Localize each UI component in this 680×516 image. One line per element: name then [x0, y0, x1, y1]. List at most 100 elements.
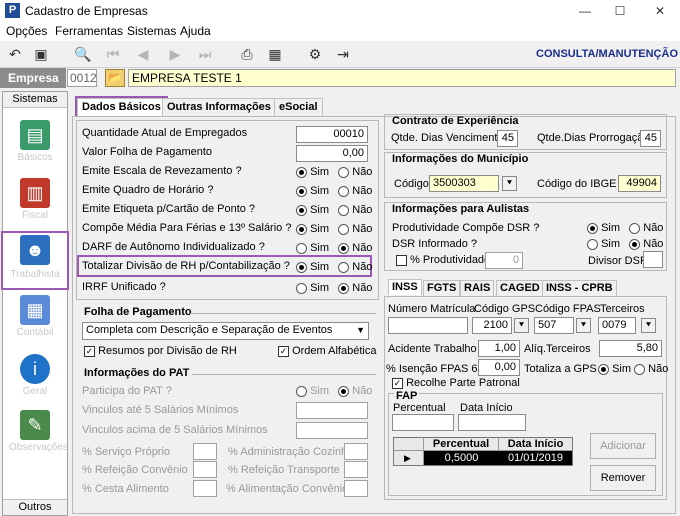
folha-select[interactable]: Completa com Descrição e Separação de Ev…	[82, 322, 369, 340]
pct-refeicao-transp-field[interactable]	[344, 461, 368, 478]
radio-nao[interactable]	[634, 363, 646, 375]
adicionar-button[interactable]: Adicionar	[590, 433, 656, 459]
radio-sim[interactable]	[296, 261, 307, 273]
gps-lookup-icon[interactable]: ⯆	[514, 318, 529, 333]
qtd-empregados-field[interactable]: 00010	[296, 126, 368, 143]
preview-icon[interactable]: 🔍	[72, 44, 94, 64]
pct-alim-conv-field[interactable]	[344, 480, 368, 497]
tab-inss[interactable]: INSS	[388, 279, 422, 295]
radio-nao[interactable]	[338, 261, 350, 273]
radio-sim[interactable]	[296, 242, 307, 254]
sidebar-item-basicos[interactable]: ▤ Básicos	[9, 120, 61, 172]
minimize-button[interactable]: —	[565, 2, 605, 20]
radio-nao[interactable]	[338, 166, 350, 178]
radio-nao[interactable]	[629, 222, 641, 234]
tab-inss-cprb[interactable]: INSS - CPRB	[542, 280, 617, 296]
pct-refeicao-conv-field[interactable]	[193, 461, 217, 478]
num-matricula-field[interactable]	[388, 317, 468, 334]
sidebar-header[interactable]: Sistemas	[3, 92, 67, 108]
terceiros-field[interactable]: 0079	[598, 317, 636, 334]
menu-ferramentas[interactable]: Ferramentas	[55, 24, 123, 38]
checkbox-checked[interactable]: ✓	[84, 345, 95, 357]
aliq-terceiros-field[interactable]: 5,80	[599, 340, 662, 357]
recolhe-checkbox[interactable]: ✓ Recolhe Parte Patronal	[392, 377, 520, 389]
tab-rais[interactable]: RAIS	[460, 280, 495, 296]
config-icon[interactable]: ⚙	[304, 44, 326, 64]
valor-folha-field[interactable]: 0,00	[296, 145, 368, 162]
ibge-field[interactable]: 49904	[618, 175, 661, 192]
irrf-radio[interactable]: Sim Não	[296, 282, 372, 294]
escala-radio[interactable]: Sim Não	[296, 166, 372, 178]
menu-ajuda[interactable]: Ajuda	[180, 24, 211, 38]
fpas-lookup-icon[interactable]: ⯆	[576, 318, 591, 333]
vinc-acima-field[interactable]	[296, 422, 368, 439]
checkbox[interactable]	[396, 254, 407, 266]
radio-nao[interactable]	[338, 242, 350, 254]
empresa-code-field[interactable]: 0012	[67, 69, 97, 87]
maximize-button[interactable]: ☐	[600, 2, 640, 20]
fap-col-percentual[interactable]: Percentual	[424, 438, 499, 451]
checkbox-checked[interactable]: ✓	[392, 377, 403, 389]
tab-outras-informacoes[interactable]: Outras Informações	[162, 98, 276, 116]
menu-sistemas[interactable]: Sistemas	[127, 24, 176, 38]
print-icon[interactable]: ⎙	[236, 44, 258, 64]
compoe-media-radio[interactable]: Sim Não	[296, 223, 372, 235]
radio-sim[interactable]	[296, 282, 307, 294]
open-folder-icon[interactable]: 📂	[105, 69, 125, 87]
totaliza-radio[interactable]: Sim Não	[598, 363, 668, 375]
radio-nao[interactable]	[629, 238, 641, 250]
radio-sim[interactable]	[296, 204, 307, 216]
sidebar-item-trabalhista[interactable]: ☻ Trabalhista	[1, 231, 69, 290]
sidebar-item-geral[interactable]: i Geral	[9, 354, 61, 406]
radio-sim[interactable]	[587, 222, 598, 234]
pct-adm-cozinha-field[interactable]	[344, 443, 368, 460]
darf-radio[interactable]: Sim Não	[296, 242, 372, 254]
checkbox-checked[interactable]: ✓	[278, 345, 289, 357]
radio-nao[interactable]	[338, 223, 350, 235]
radio-sim[interactable]	[296, 185, 307, 197]
tab-dados-basicos[interactable]: Dados Básicos	[75, 96, 168, 118]
radio-nao[interactable]	[338, 204, 350, 216]
undo-icon[interactable]: ↶	[4, 44, 26, 64]
vinc-ate-field[interactable]	[296, 402, 368, 419]
codigo-gps-field[interactable]: 2100	[472, 317, 512, 334]
table-row[interactable]: 0,5000 01/01/2019	[424, 451, 572, 465]
tab-esocial[interactable]: eSocial	[274, 98, 323, 116]
exit-icon[interactable]: ⇥	[332, 44, 354, 64]
codigo-field[interactable]: 3500303	[429, 175, 499, 192]
totalizar-radio[interactable]: Sim Não	[296, 261, 372, 273]
codigo-fpas-field[interactable]: 507	[534, 317, 574, 334]
fap-data-inicio-field[interactable]	[458, 414, 526, 431]
etiqueta-radio[interactable]: Sim Não	[296, 204, 372, 216]
radio-nao[interactable]	[338, 185, 350, 197]
sidebar-item-observacoes[interactable]: ✎ Observações	[9, 410, 68, 462]
radio-sim[interactable]	[598, 363, 609, 375]
fap-col-data-inicio[interactable]: Data Início	[499, 438, 572, 451]
pct-prod-checkbox[interactable]: % Produtividade	[396, 254, 490, 266]
tab-fgts[interactable]: FGTS	[423, 280, 461, 296]
last-record-icon[interactable]: ⏭	[194, 44, 216, 64]
divisor-field[interactable]	[643, 251, 663, 268]
sidebar-item-contabil[interactable]: ▦ Contábil	[9, 295, 61, 347]
radio-nao[interactable]	[338, 282, 350, 294]
quadro-radio[interactable]: Sim Não	[296, 185, 372, 197]
radio-sim[interactable]	[296, 166, 307, 178]
acidente-field[interactable]: 1,00	[478, 340, 520, 357]
sidebar-item-fiscal[interactable]: ▥ Fiscal	[9, 178, 61, 230]
remover-button[interactable]: Remover	[590, 465, 656, 491]
empresa-name-field[interactable]: EMPRESA TESTE 1	[128, 69, 676, 87]
prod-dsr-radio[interactable]: Sim Não	[587, 222, 663, 234]
save-icon[interactable]: ▣	[30, 44, 52, 64]
sidebar-footer[interactable]: Outros	[3, 499, 67, 515]
radio-sim[interactable]	[296, 385, 307, 397]
prorr-field[interactable]: 45	[640, 130, 661, 147]
previous-record-icon[interactable]: ◀	[132, 44, 154, 64]
first-record-icon[interactable]: ⏮	[102, 44, 124, 64]
close-button[interactable]: ✕	[640, 2, 680, 20]
radio-sim[interactable]	[296, 223, 307, 235]
radio-sim[interactable]	[587, 238, 598, 250]
pct-prod-field[interactable]: 0	[485, 252, 523, 269]
participa-radio[interactable]: Sim Não	[296, 385, 372, 397]
next-record-icon[interactable]: ▶	[164, 44, 186, 64]
pct-cesta-field[interactable]	[193, 480, 217, 497]
